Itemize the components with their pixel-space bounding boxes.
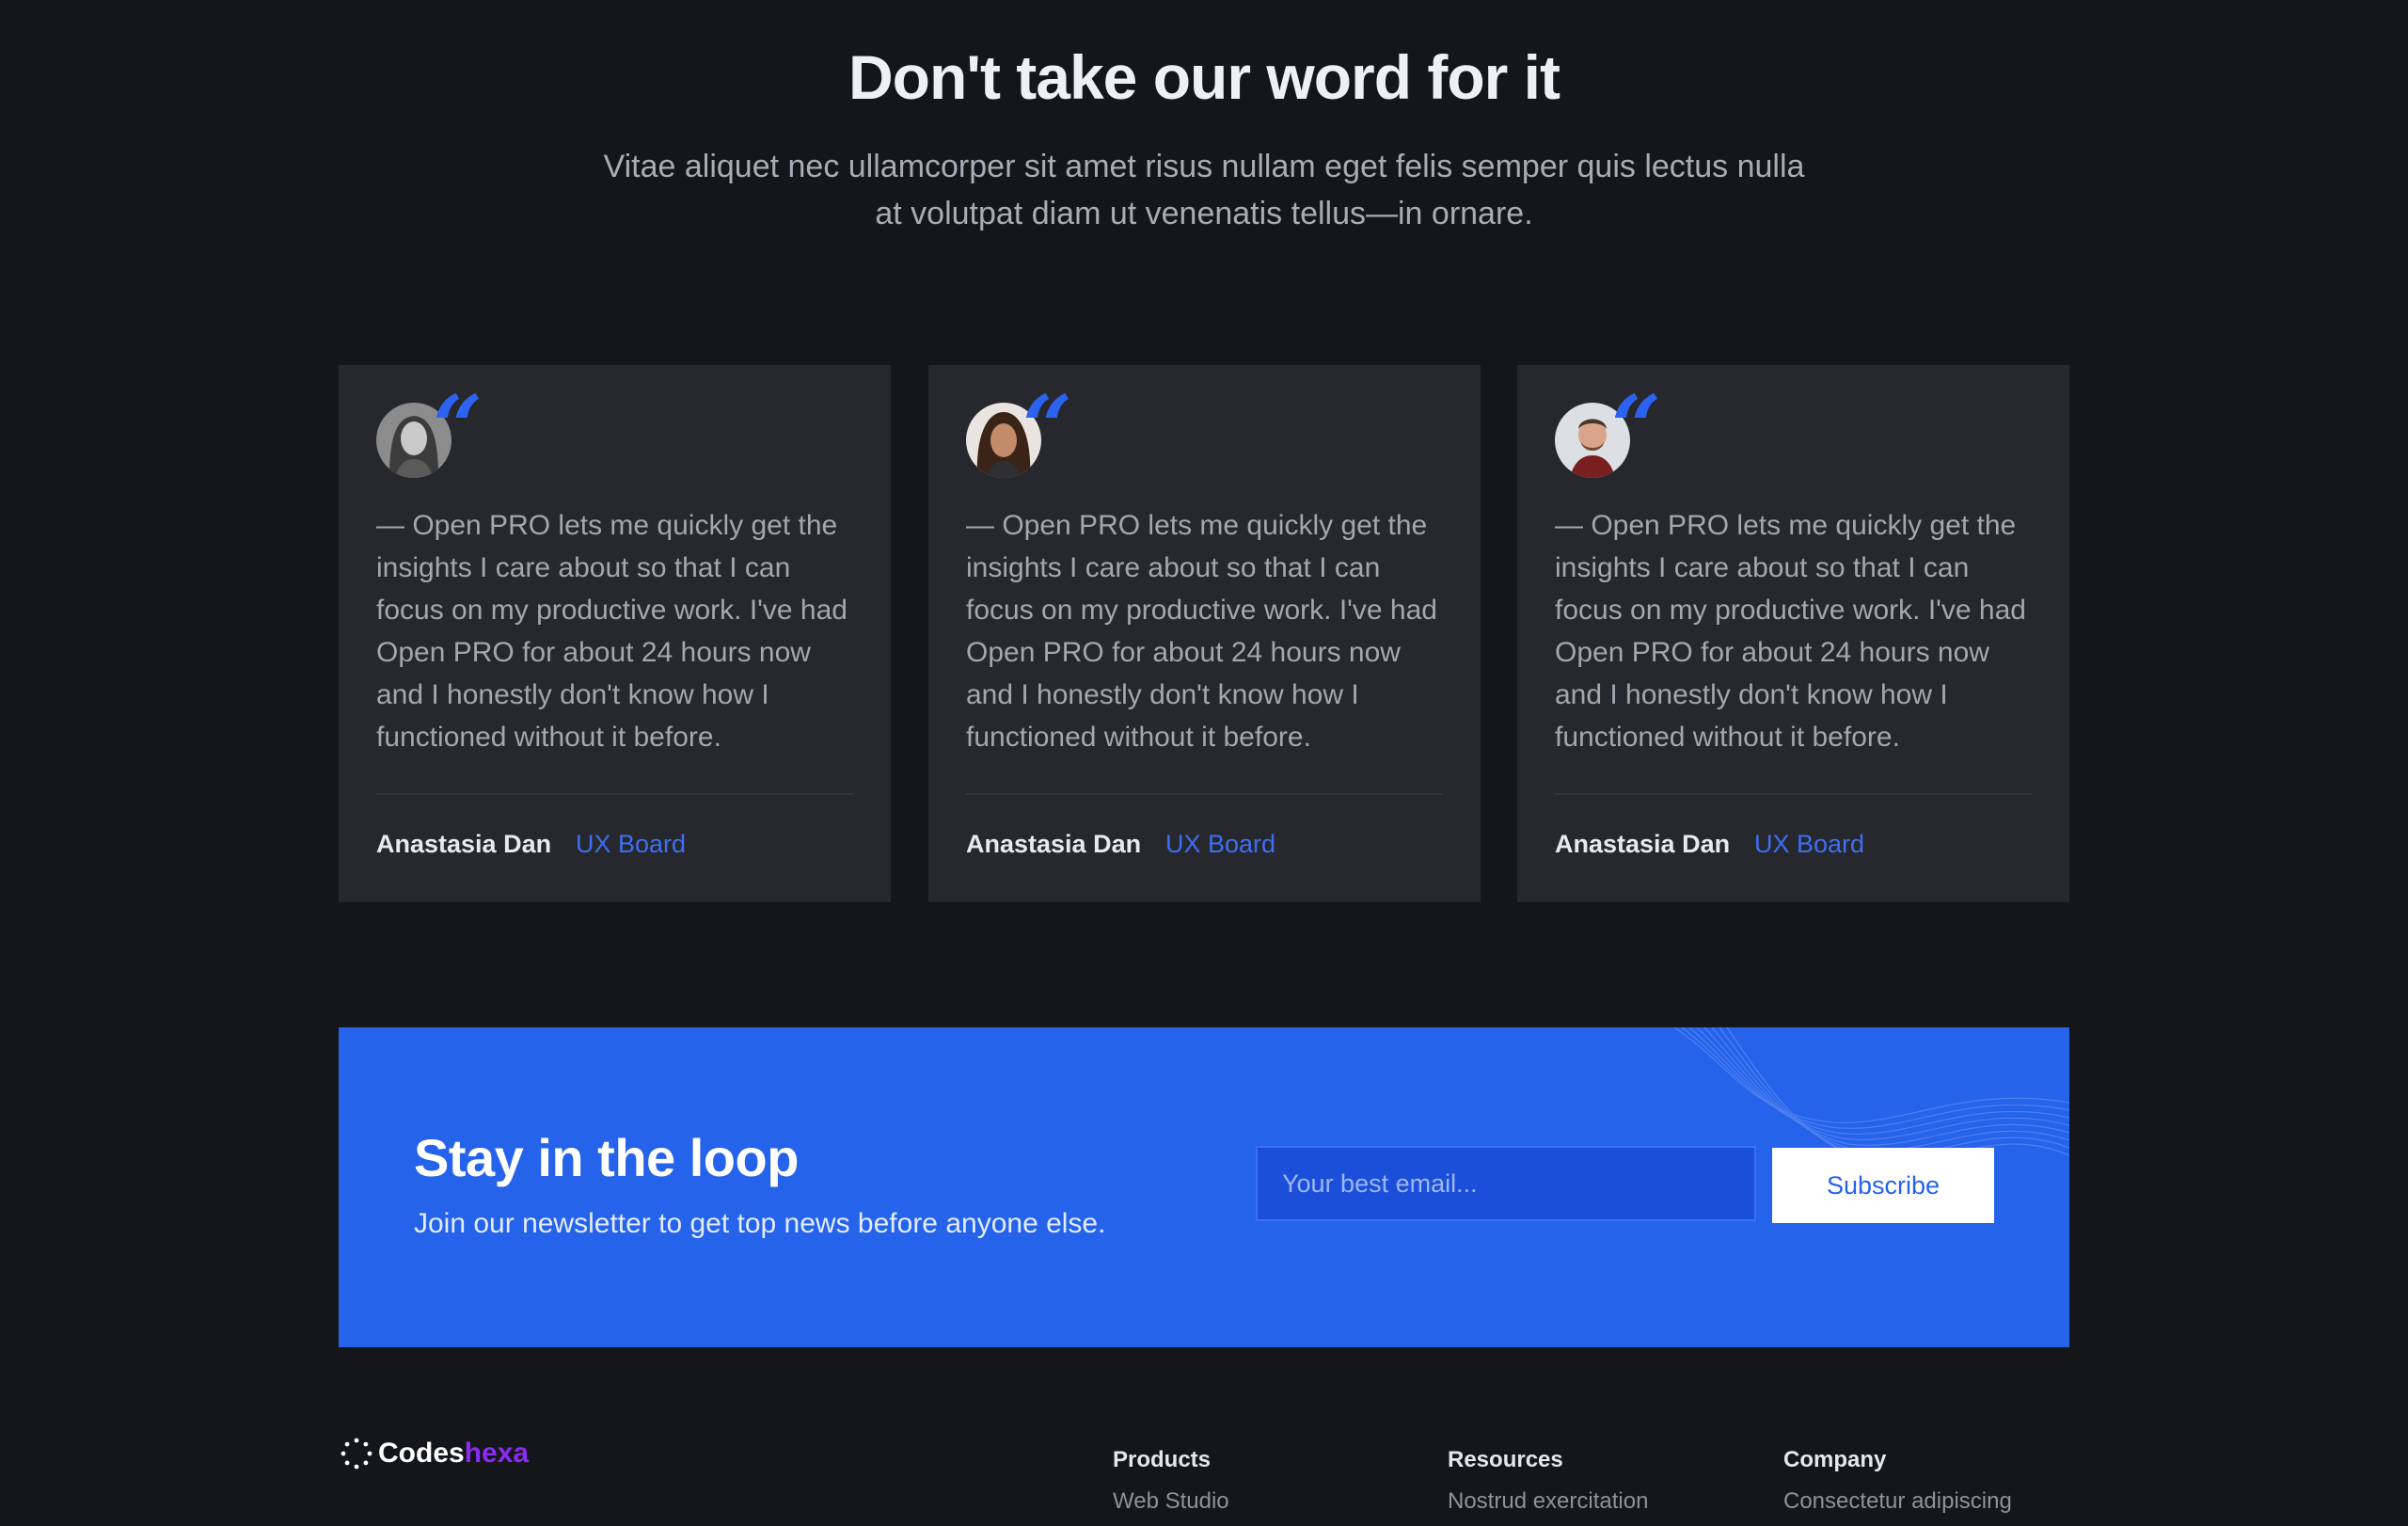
newsletter-title: Stay in the loop [414, 1128, 799, 1187]
divider [966, 793, 1443, 795]
newsletter-subtitle: Join our newsletter to get top news befo… [414, 1208, 1106, 1239]
subscribe-button[interactable]: Subscribe [1772, 1148, 1994, 1223]
testimonial-card: “ — Open PRO lets me quickly get the ins… [1517, 365, 2069, 902]
email-input[interactable] [1256, 1146, 1756, 1221]
quote-icon: “ [1611, 376, 1661, 478]
footer-column-title: Products [1113, 1447, 1212, 1472]
testimonial-author: Anastasia Dan [376, 830, 552, 858]
testimonial-quote: — Open PRO lets me quickly get the insig… [1555, 510, 2026, 753]
testimonial-card: “ — Open PRO lets me quickly get the ins… [339, 365, 891, 902]
testimonial-role-link[interactable]: UX Board [576, 830, 686, 859]
footer-logo[interactable]: Codes hexa [341, 1438, 529, 1470]
testimonial-author: Anastasia Dan [1555, 830, 1731, 858]
section-title: Don't take our word for it [848, 42, 1560, 112]
logo-text-accent: hexa [464, 1438, 530, 1469]
testimonial-quote: — Open PRO lets me quickly get the insig… [966, 510, 1437, 753]
footer-link[interactable]: Web Studio [1113, 1488, 1229, 1515]
testimonial-quote: — Open PRO lets me quickly get the insig… [376, 510, 848, 753]
divider [376, 793, 853, 795]
quote-icon: “ [433, 376, 483, 478]
logo-text: Codes [378, 1438, 465, 1469]
footer-column-resources: Resources Nostrud exercitation [1448, 1447, 1648, 1515]
testimonial-role-link[interactable]: UX Board [1165, 830, 1275, 859]
testimonial-author: Anastasia Dan [966, 830, 1142, 858]
logo-icon [341, 1438, 372, 1470]
footer-column-products: Products Web Studio [1113, 1447, 1229, 1515]
section-subtitle: Vitae aliquet nec ullamcorper sit amet r… [603, 149, 1805, 231]
footer-column-company: Company Consectetur adipiscing [1783, 1447, 2012, 1515]
testimonial-role-link[interactable]: UX Board [1754, 830, 1864, 859]
footer-link[interactable]: Nostrud exercitation [1448, 1488, 1648, 1515]
footer-link[interactable]: Consectetur adipiscing [1783, 1488, 2012, 1515]
divider [1555, 793, 2032, 795]
footer-column-title: Company [1783, 1447, 1887, 1472]
testimonial-card: “ — Open PRO lets me quickly get the ins… [928, 365, 1481, 902]
quote-icon: “ [1022, 376, 1072, 478]
newsletter-banner: Stay in the loop Join our newsletter to … [339, 1027, 2069, 1347]
testimonials-grid: “ — Open PRO lets me quickly get the ins… [339, 365, 2069, 902]
footer-column-title: Resources [1448, 1447, 1563, 1472]
